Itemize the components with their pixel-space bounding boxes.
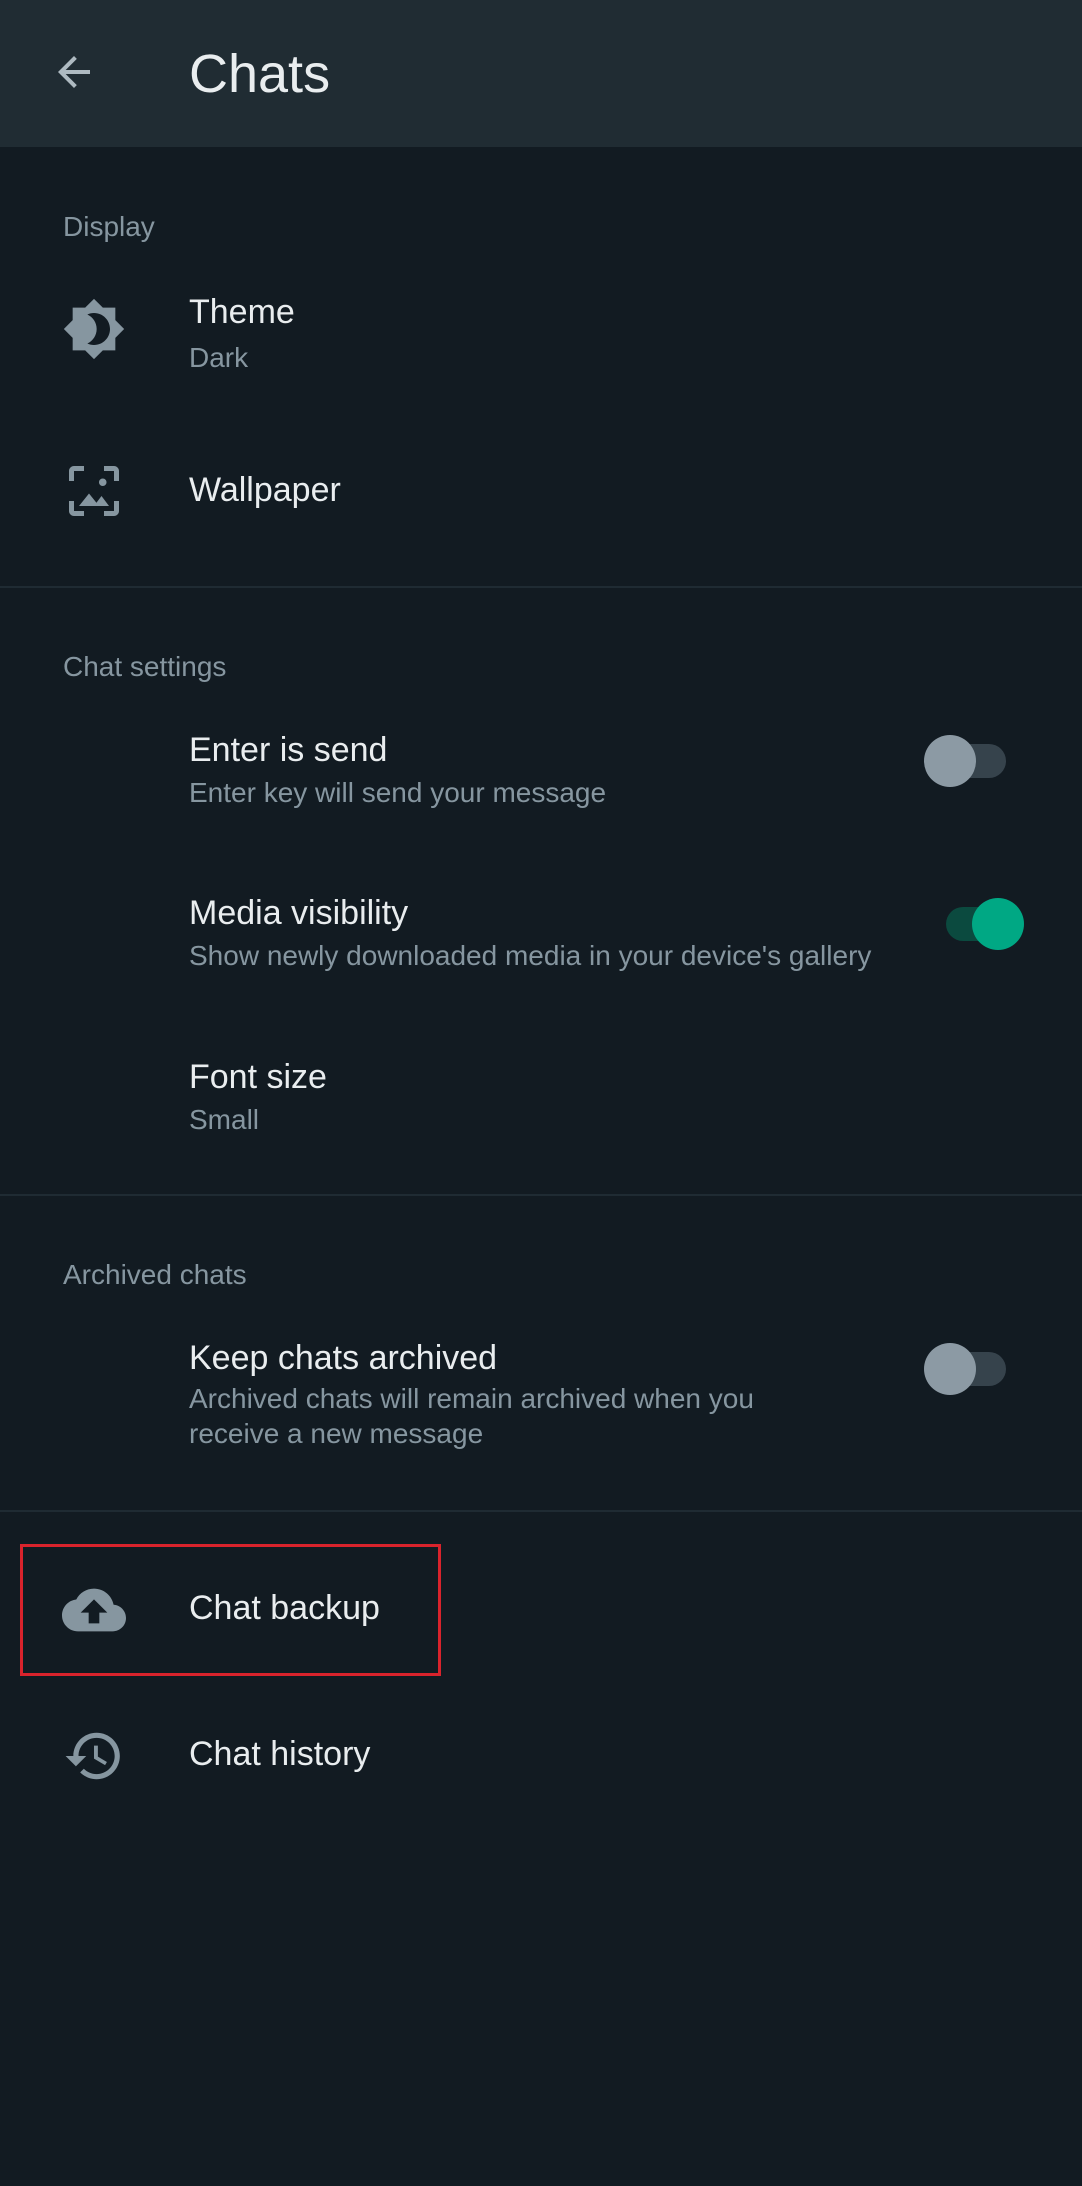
section-header-chat-settings: Chat settings	[63, 651, 227, 682]
theme-value: Dark	[189, 342, 249, 373]
section-divider	[0, 586, 1082, 588]
keep-chats-archived-setting[interactable]: Keep chats archived Archived chats will …	[0, 1323, 1082, 1463]
theme-setting[interactable]: Theme Dark	[0, 275, 1082, 385]
font-size-setting[interactable]: Font size Small	[0, 1042, 1082, 1152]
keep-chats-archived-toggle[interactable]	[924, 1336, 1014, 1396]
media-visibility-setting[interactable]: Media visibility Show newly downloaded m…	[0, 878, 1082, 988]
toggle-thumb	[924, 1343, 976, 1395]
history-icon	[58, 1720, 130, 1792]
section-divider	[0, 1194, 1082, 1196]
toggle-thumb	[972, 898, 1024, 950]
highlight-box	[20, 1544, 441, 1676]
font-size-value: Small	[189, 1104, 260, 1135]
chat-history-title: Chat history	[189, 1735, 371, 1773]
keep-chats-archived-title: Keep chats archived	[189, 1339, 498, 1377]
media-visibility-subtitle: Show newly downloaded media in your devi…	[189, 940, 872, 971]
wallpaper-setting[interactable]: Wallpaper	[0, 445, 1082, 535]
media-visibility-toggle[interactable]	[942, 891, 1032, 951]
enter-is-send-title: Enter is send	[189, 731, 388, 769]
theme-title: Theme	[189, 293, 295, 331]
enter-is-send-setting[interactable]: Enter is send Enter key will send your m…	[0, 715, 1082, 825]
wallpaper-title: Wallpaper	[189, 471, 341, 509]
page-title: Chats	[189, 44, 331, 104]
font-size-title: Font size	[189, 1058, 327, 1096]
toggle-thumb	[924, 735, 976, 787]
keep-chats-archived-subtitle: Archived chats will remain archived when…	[189, 1383, 754, 1449]
chat-history-item[interactable]: Chat history	[0, 1706, 1082, 1806]
enter-is-send-subtitle: Enter key will send your message	[189, 777, 607, 808]
section-divider	[0, 1510, 1082, 1512]
arrow-left-icon	[58, 56, 90, 88]
section-header-display: Display	[63, 211, 155, 242]
wallpaper-icon	[58, 455, 130, 527]
brightness-icon	[58, 293, 130, 365]
app-bar: Chats	[0, 0, 1082, 147]
enter-is-send-toggle[interactable]	[924, 728, 1014, 788]
back-button[interactable]	[34, 32, 114, 112]
media-visibility-title: Media visibility	[189, 894, 409, 932]
section-header-archived-chats: Archived chats	[63, 1259, 247, 1290]
